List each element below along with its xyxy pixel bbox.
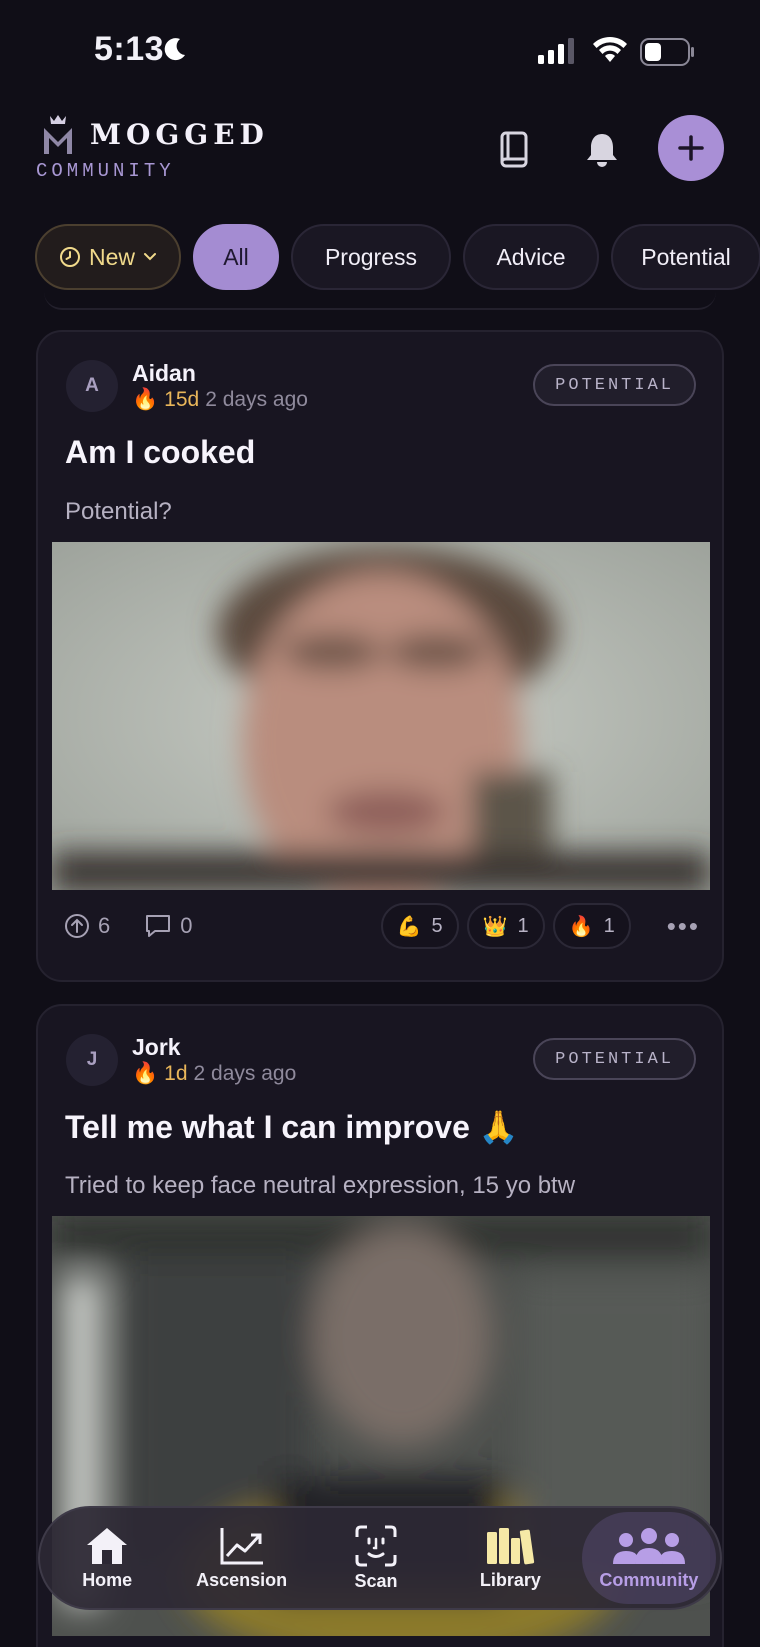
post-title: Am I cooked — [65, 434, 256, 470]
chevron-down-icon — [144, 253, 156, 261]
tab-label: Home — [82, 1569, 133, 1590]
avatar[interactable]: A — [66, 360, 118, 412]
logo-crown-icon — [44, 115, 72, 154]
plus-icon — [678, 135, 704, 161]
post-title: Tell me what I can improve 🙏 — [65, 1109, 519, 1145]
tab-ascension[interactable]: Ascension — [174, 1508, 308, 1608]
filter-bar: New All Progress Advice Potential — [35, 224, 760, 292]
post-body: Tried to keep face neutral expression, 1… — [65, 1172, 576, 1199]
post-photo[interactable] — [52, 542, 710, 890]
app-header: MOGGED COMMUNITY — [0, 110, 760, 190]
face-scan-icon — [355, 1525, 397, 1566]
filter-chip-progress[interactable]: Progress — [291, 224, 451, 290]
reaction-flex[interactable]: 💪 5 — [380, 903, 459, 949]
chart-icon — [220, 1527, 263, 1564]
home-icon — [87, 1527, 128, 1564]
filter-chip-all[interactable]: All — [193, 224, 279, 290]
fire-icon: 🔥 — [132, 388, 159, 411]
upvote-icon — [65, 914, 89, 938]
library-icon — [487, 1527, 535, 1564]
more-options-button[interactable]: ••• — [667, 911, 700, 942]
logo-subtitle: COMMUNITY — [36, 160, 175, 182]
sort-dropdown[interactable]: New — [35, 224, 181, 290]
streak-count: 15d — [164, 388, 200, 411]
notifications-button[interactable] — [580, 128, 624, 172]
tab-label: Ascension — [196, 1569, 288, 1590]
wifi-icon — [593, 36, 627, 62]
cellular-signal-icon — [538, 38, 574, 64]
fire-icon: 🔥 — [132, 1062, 159, 1085]
guide-button[interactable] — [492, 128, 536, 172]
tab-scan[interactable]: Scan — [309, 1508, 443, 1608]
community-icon — [612, 1527, 685, 1564]
reaction-crown[interactable]: 👑 1 — [466, 903, 545, 949]
comment-icon — [146, 915, 171, 937]
filter-chip-potential[interactable]: Potential — [611, 224, 760, 290]
avatar[interactable]: J — [66, 1034, 118, 1086]
post-body: Potential? — [65, 498, 172, 525]
post-card[interactable]: A Aidan 🔥 15d 2 days ago POTENTIAL Am I … — [36, 330, 724, 982]
status-time: 5:13 — [94, 30, 165, 68]
new-post-button[interactable] — [658, 115, 724, 181]
book-icon — [500, 131, 528, 168]
tab-community[interactable]: Community — [581, 1512, 717, 1604]
reaction-count: 5 — [431, 914, 443, 937]
tab-library[interactable]: Library — [443, 1508, 577, 1608]
upvote-button[interactable]: 6 — [64, 913, 110, 939]
post-meta: 🔥 15d 2 days ago — [132, 388, 308, 412]
reaction-fire[interactable]: 🔥 1 — [552, 903, 631, 949]
bottom-tab-bar: Home Ascension Scan Library Community — [38, 1506, 722, 1610]
post-author[interactable]: Aidan — [132, 360, 196, 387]
sort-label: New — [88, 243, 135, 270]
status-bar: 5:13 — [0, 0, 760, 100]
crown-icon: 👑 — [482, 915, 508, 938]
tab-home[interactable]: Home — [40, 1508, 174, 1608]
upvote-count: 6 — [98, 913, 111, 938]
post-author[interactable]: Jork — [132, 1034, 181, 1061]
post-time: 2 days ago — [205, 388, 308, 411]
reaction-count: 1 — [517, 914, 529, 937]
previous-card-edge — [44, 290, 716, 310]
bell-icon — [587, 134, 617, 167]
filter-chip-advice[interactable]: Advice — [463, 224, 599, 290]
tab-label: Library — [479, 1569, 541, 1590]
tab-label: Scan — [354, 1570, 398, 1591]
category-tag: POTENTIAL — [533, 1038, 696, 1080]
flexed-biceps-icon: 💪 — [396, 915, 422, 938]
battery-icon — [640, 38, 694, 66]
reaction-count: 1 — [603, 914, 615, 937]
post-footer: 6 0 💪 5 👑 1 🔥 1 ••• — [64, 902, 700, 950]
tab-label: Community — [599, 1569, 699, 1590]
logo-wordmark: MOGGED — [90, 118, 269, 151]
reactions: 💪 5 👑 1 🔥 1 ••• — [380, 903, 700, 949]
comment-count: 0 — [180, 913, 193, 938]
streak-count: 1d — [164, 1062, 188, 1085]
blurred-photo — [52, 542, 710, 890]
clock-icon — [59, 247, 80, 267]
fire-icon: 🔥 — [568, 915, 594, 938]
post-meta: 🔥 1d 2 days ago — [132, 1062, 296, 1086]
comments-button[interactable]: 0 — [144, 913, 193, 939]
moon-icon — [164, 38, 185, 61]
post-time: 2 days ago — [193, 1062, 297, 1085]
category-tag: POTENTIAL — [533, 364, 696, 406]
